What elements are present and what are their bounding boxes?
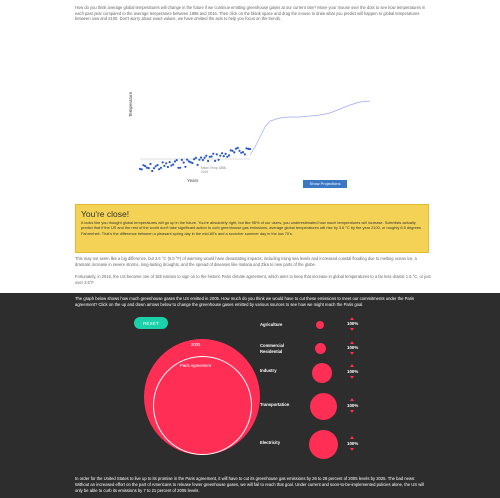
temperature-dot[interactable] <box>166 165 169 169</box>
temperature-dot[interactable] <box>222 155 225 158</box>
commercial-percent: 100% <box>347 345 359 350</box>
paris-agreement-ring <box>153 356 252 455</box>
temperature-dot[interactable] <box>227 154 231 157</box>
temperature-dot[interactable] <box>140 168 143 171</box>
temperature-dot[interactable] <box>168 161 171 164</box>
show-projections-button[interactable]: Show Projections <box>303 180 347 188</box>
sector-electricity-label: Electricity <box>260 440 281 445</box>
electricity-percent: 100% <box>347 441 359 446</box>
transportation-percent: 100% <box>347 403 359 408</box>
temperature-dot[interactable] <box>210 155 213 158</box>
electricity-down-arrow[interactable] <box>350 448 354 451</box>
year-2005-label: 2005 <box>191 342 201 347</box>
temperature-dot[interactable] <box>173 160 176 163</box>
sector-industry-label: Industry <box>260 368 277 373</box>
temperature-dot[interactable] <box>151 169 154 173</box>
commercial-up-arrow[interactable] <box>350 341 354 344</box>
temperature-dot[interactable] <box>184 165 187 168</box>
temperature-dot[interactable] <box>214 159 217 162</box>
industry-down-arrow[interactable] <box>350 376 354 379</box>
temperature-dot[interactable] <box>238 149 241 152</box>
agriculture-up-arrow[interactable] <box>350 317 354 320</box>
temperature-dot[interactable] <box>175 159 178 162</box>
sector-industry-circle <box>312 363 332 383</box>
temperature-dot[interactable] <box>248 147 252 151</box>
sector-agriculture-circle <box>316 321 324 329</box>
sector-transportation-label: Transportation <box>260 402 290 407</box>
temperature-dot[interactable] <box>165 162 168 165</box>
temperature-dot[interactable] <box>200 156 203 159</box>
temperature-dot[interactable] <box>193 158 196 161</box>
temperature-dot[interactable] <box>154 165 157 168</box>
callout-body: It looks like you thought global tempera… <box>81 220 421 236</box>
temperature-dot[interactable] <box>205 154 208 157</box>
temperature-dot[interactable] <box>198 158 201 161</box>
callout-title: You're close! <box>81 209 130 219</box>
temperature-dot[interactable] <box>172 163 175 166</box>
temperature-dot[interactable] <box>194 156 197 159</box>
temperature-dot[interactable] <box>243 153 246 156</box>
temperature-dot[interactable] <box>179 166 182 169</box>
temperature-dot[interactable] <box>191 161 194 165</box>
emissions-section: The graph below shows how much greenhous… <box>0 293 500 498</box>
electricity-up-arrow[interactable] <box>350 436 354 439</box>
temperature-dot[interactable] <box>147 167 150 170</box>
temperature-dot[interactable] <box>152 167 156 170</box>
temperature-dot[interactable] <box>182 161 185 164</box>
temperature-chart[interactable]: Temperature Years Mean Temp 1888-2016 Sh… <box>128 29 372 190</box>
agriculture-percent: 100% <box>347 321 359 326</box>
temperature-dot[interactable] <box>196 163 199 166</box>
x-axis-label: Years <box>187 178 199 183</box>
historical-dots[interactable] <box>138 146 252 173</box>
sector-agriculture-label: Agriculture <box>260 322 283 327</box>
impacts-paragraph: This may not seem like a big difference,… <box>75 256 417 267</box>
temperature-dot[interactable] <box>236 146 239 149</box>
temperature-dot[interactable] <box>144 165 147 168</box>
agriculture-down-arrow[interactable] <box>350 328 354 331</box>
temperature-dot[interactable] <box>241 151 245 154</box>
industry-percent: 100% <box>347 369 359 374</box>
y-axis-label: Temperature <box>128 91 133 117</box>
user-prediction-line <box>249 100 371 156</box>
temperature-section: How do you think average global temperat… <box>0 0 500 293</box>
temperature-dot[interactable] <box>224 152 227 155</box>
temperature-dot[interactable] <box>201 158 204 162</box>
temperature-dot[interactable] <box>203 156 206 159</box>
temperature-dot[interactable] <box>156 163 159 167</box>
temperature-dot[interactable] <box>186 158 189 161</box>
temperature-dot[interactable] <box>226 155 229 158</box>
sector-commercial-circle <box>315 343 326 354</box>
temperature-dot[interactable] <box>163 164 166 167</box>
temperature-dot[interactable] <box>158 168 161 171</box>
industry-up-arrow[interactable] <box>350 364 354 367</box>
transportation-down-arrow[interactable] <box>350 410 354 413</box>
emissions-intro: The graph below shows how much greenhous… <box>75 296 415 307</box>
temperature-dot[interactable] <box>215 153 218 156</box>
temperature-dot[interactable] <box>231 149 234 152</box>
temperature-dot[interactable] <box>219 154 222 157</box>
paris-agreement-label: Paris Agreement <box>180 363 211 368</box>
reset-button[interactable]: RESET <box>134 317 168 329</box>
emissions-conclusion: In order for the United States to live u… <box>75 476 425 493</box>
temperature-dot[interactable] <box>212 152 215 155</box>
temperature-dot[interactable] <box>207 159 210 163</box>
temperature-dot[interactable] <box>161 161 164 164</box>
mean-temp-label: Mean Temp 1888-2016 <box>201 166 227 174</box>
temperature-dot[interactable] <box>180 158 183 161</box>
chart-canvas[interactable] <box>130 29 372 190</box>
temperature-dot[interactable] <box>149 162 152 166</box>
temperature-dot[interactable] <box>221 152 224 155</box>
intro-text: How do you think average global temperat… <box>75 5 426 22</box>
result-callout: You're close! It looks like you thought … <box>75 204 429 253</box>
paris-paragraph: Fortunately, in 2016, the US became one … <box>75 274 431 285</box>
sector-transportation-circle <box>310 393 337 420</box>
temperature-dot[interactable] <box>233 151 236 154</box>
transportation-up-arrow[interactable] <box>350 398 354 401</box>
commercial-down-arrow[interactable] <box>350 352 354 355</box>
sector-commercial-label: Commercial Residential <box>260 343 284 354</box>
temperature-dot[interactable] <box>217 158 220 161</box>
sector-electricity-circle <box>309 430 338 459</box>
temperature-dot[interactable] <box>159 166 163 169</box>
